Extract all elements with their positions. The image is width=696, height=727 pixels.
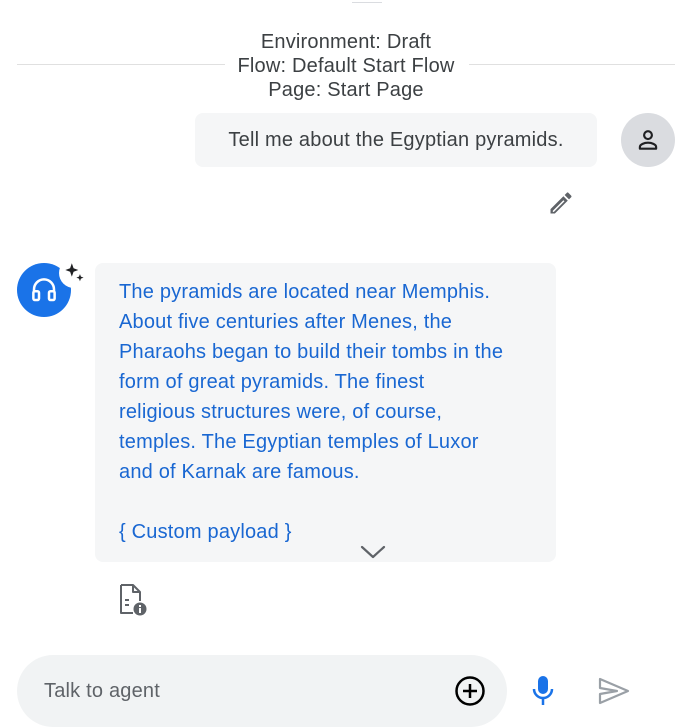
- user-avatar: [621, 113, 675, 167]
- response-info-button[interactable]: [114, 582, 150, 618]
- session-page: Page: Start Page: [268, 79, 424, 101]
- send-button[interactable]: [596, 674, 632, 708]
- session-flow: Flow: Default Start Flow: [237, 55, 455, 77]
- sparkle-icon: [65, 263, 84, 282]
- mic-icon: [532, 676, 554, 705]
- pencil-icon: [550, 192, 572, 214]
- edit-message-button[interactable]: [544, 186, 578, 220]
- agent-message-bubble: The pyramids are located near Memphis. A…: [95, 263, 556, 562]
- talk-to-agent-input[interactable]: [44, 655, 444, 727]
- document-info-icon: [120, 584, 147, 616]
- expand-message-button[interactable]: [359, 541, 387, 561]
- user-message-text: Tell me about the Egyptian pyramids.: [228, 128, 564, 151]
- user-message-bubble: Tell me about the Egyptian pyramids.: [195, 113, 597, 167]
- session-environment: Environment: Draft: [260, 31, 432, 53]
- add-attachment-button[interactable]: [454, 675, 486, 707]
- person-icon: [638, 130, 658, 150]
- chevron-down-icon: [360, 545, 386, 559]
- message-input-container: [17, 655, 507, 727]
- custom-payload-link[interactable]: { Custom payload }: [119, 517, 532, 547]
- microphone-button[interactable]: [526, 672, 560, 710]
- session-info-divider: Environment: Draft Flow: Default Start F…: [17, 30, 675, 104]
- agent-simulator: Environment: Draft Flow: Default Start F…: [0, 0, 696, 727]
- agent-message-text: The pyramids are located near Memphis. A…: [119, 281, 504, 483]
- scroll-handle: [352, 2, 382, 3]
- headset-icon: [32, 278, 56, 302]
- sparkle-badge: [59, 258, 89, 288]
- session-info: Environment: Draft Flow: Default Start F…: [17, 30, 675, 102]
- send-icon: [598, 677, 630, 705]
- add-circle-icon: [455, 676, 485, 706]
